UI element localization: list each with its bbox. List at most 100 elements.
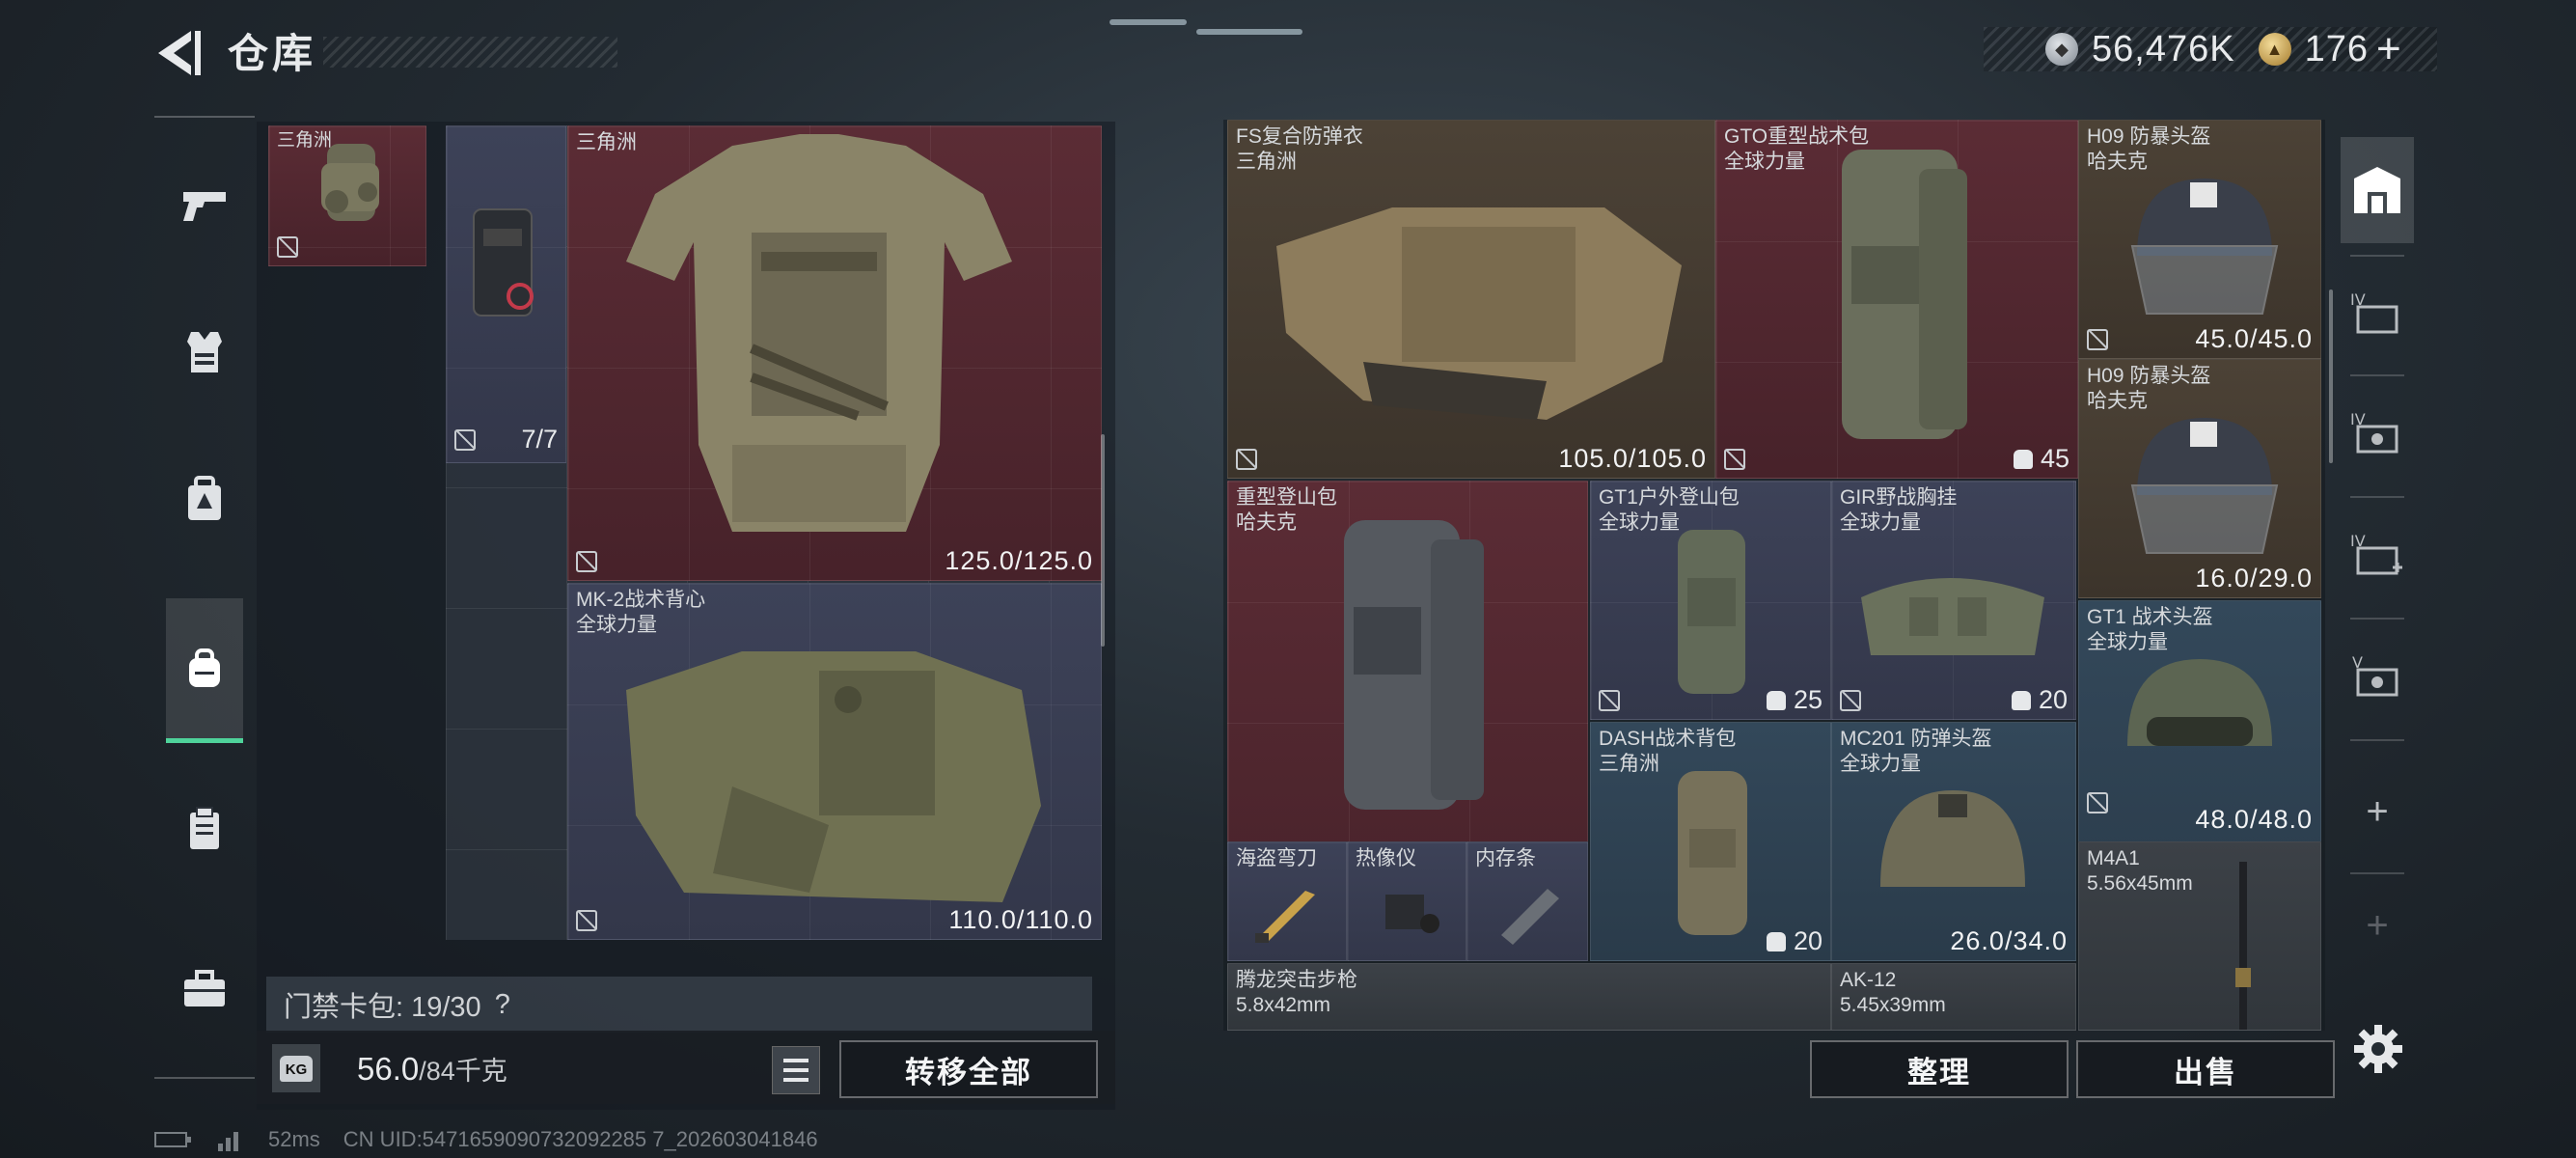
item-h09-helmet-1[interactable]: H09 防暴头盔 哈夫克 45.0/45.0 [2078,120,2321,359]
case-capacity: 7/7 [521,425,558,454]
page-title: 仓库 [228,31,317,76]
item-durability: 110.0/110.0 [948,905,1093,934]
plate-carrier-image [626,134,1012,532]
clipboard-icon [190,807,219,849]
heavy-bag-image [1842,150,1967,439]
stash-tab-v-icon: V [2352,653,2398,697]
riot-helmet-image [2130,418,2279,554]
scrollbar-left[interactable] [1101,434,1105,647]
item-name: 海盗弯刀 [1236,847,1317,869]
item-m4a1[interactable]: M4A1 5.56x45mm [2078,841,2321,1031]
gold-balance: 176 [2304,28,2369,69]
item-name: 内存条 [1475,847,1536,869]
chest-rig-image [1861,578,2044,655]
signal-icon [218,1132,238,1151]
item-gto-bag[interactable]: GTO重型战术包 全球力量 45 [1715,120,2078,479]
item-capacity: 20 [1766,926,1822,956]
stash-tab-iv-2-icon: IV [2350,410,2398,454]
rig-capacity-icon [2011,690,2031,710]
stash-tab-home[interactable] [2341,137,2414,243]
category-rail [154,116,255,1081]
item-gir-chest-rig[interactable]: GIR野战胸挂 全球力量 20 [1831,481,2076,720]
armor-item-delta[interactable]: 三角洲 125.0/125.0 [567,125,1102,581]
riot-helmet-image [2130,179,2279,315]
case-image [473,208,534,317]
sell-button[interactable]: 出售 [2076,1040,2335,1098]
transfer-all-button[interactable]: 转移全部 [839,1040,1098,1098]
item-dash-backpack[interactable]: DASH战术背包 三角洲 20 [1590,722,1831,961]
stash-tab-iv-2[interactable]: IV [2341,380,2414,486]
item-thermal-imager[interactable]: 热像仪 [1347,841,1466,961]
outdoor-bag-image [1678,530,1745,694]
item-h09-helmet-2[interactable]: H09 防暴头盔 哈夫克 16.0/29.0 [2078,359,2321,598]
ping-value: 52ms [268,1127,320,1151]
item-gt1-outdoor-bag[interactable]: GT1户外登山包 全球力量 25 [1590,481,1831,720]
category-armor[interactable] [164,280,245,425]
ceiling-lights-decoration [1110,14,1351,41]
gear-icon [2354,1025,2402,1073]
settings-button[interactable] [2352,1023,2404,1075]
add-stash-tab-button[interactable]: + [2341,778,2414,845]
carry-weight: 56.0/84千克 [357,1051,507,1087]
not-insured-icon [454,429,476,451]
help-icon[interactable]: ? [495,989,510,1021]
armor-item-mk2[interactable]: MK-2战术背心 全球力量 110.0/110.0 [567,583,1102,940]
item-fs-armor[interactable]: FS复合防弹衣 三角洲 105.0/105.0 [1227,120,1715,479]
not-insured-icon [2087,329,2108,350]
item-name: AK-12 5.45x39mm [1840,969,1946,1016]
keycard-bag-row[interactable]: 门禁卡包: 19/30 ? [266,977,1092,1033]
item-pirate-cutlass[interactable]: 海盗弯刀 [1227,841,1347,961]
category-containers[interactable] [164,757,245,901]
tactical-helmet-image [2127,659,2272,746]
stash-tab-iv-1[interactable]: IV [2341,261,2414,367]
stash-home-icon [2354,167,2400,213]
title-decoration [323,37,617,68]
tactical-vest-image [626,651,1041,902]
dash-backpack-image [1678,771,1747,935]
item-durability: 48.0/48.0 [2195,805,2313,834]
pistol-icon [183,192,226,221]
item-mc201-helmet[interactable]: MC201 防弹头盔 全球力量 26.0/34.0 [1831,722,2076,961]
category-special[interactable] [164,917,245,1062]
sort-button[interactable]: 整理 [1810,1040,2069,1098]
ammo-case-item[interactable]: 7/7 [446,125,566,463]
memory-stick-image [1501,889,1559,945]
item-capacity: 20 [2011,685,2068,715]
item-capacity: 25 [1766,685,1822,715]
not-insured-icon [576,551,597,572]
item-durability: 105.0/105.0 [1558,444,1707,473]
stash-tab-v[interactable]: V [2341,623,2414,730]
item-durability: 45.0/45.0 [2195,324,2313,353]
item-memory-stick[interactable]: 内存条 [1466,841,1588,961]
stash-panel-right: FS复合防弹衣 三角洲 105.0/105.0 GTO重型战术包 全球力量 45 H… [1223,120,2325,1031]
category-rigs[interactable] [164,427,245,571]
body-armor-image [1276,207,1682,420]
silver-balance: 56,476K [2092,28,2235,69]
stash-tab-iv-add[interactable]: IV [2341,502,2414,608]
battery-icon [154,1132,191,1147]
thermal-imager-image [1385,895,1439,933]
stash-tab-iv-add-icon: IV [2350,532,2402,575]
back-button[interactable] [152,25,203,81]
bag-capacity-icon [1766,690,1786,710]
item-ak12[interactable]: AK-12 5.45x39mm [1831,963,2076,1031]
list-view-button[interactable] [772,1046,820,1094]
silver-coin-icon: ◆ [2045,33,2078,66]
gold-coin-icon: ▲ [2258,33,2291,66]
currency-bar: ◆ 56,476K ▲ 176 + [1984,25,2437,73]
equipped-backpack-slot[interactable]: 三角洲 [268,125,426,266]
bag-capacity-icon [1766,931,1786,951]
item-name: FS复合防弹衣 三角洲 [1236,125,1363,173]
add-gold-button[interactable]: + [2376,25,2401,73]
briefcase-icon [184,970,225,1006]
category-weapons[interactable] [164,133,245,278]
item-tenglong-rifle[interactable]: 腾龙突击步枪 5.8x42mm [1227,963,1831,1031]
category-backpacks[interactable] [166,598,243,743]
stash-panel-left: 三角洲 7/7 三角洲 125.0/125.0 MK-2战术背心 全球力量 11… [257,122,1115,1110]
not-insured-icon [1840,690,1861,711]
not-insured-icon [277,236,298,258]
not-insured-icon [576,910,597,931]
backpack-icon [189,648,220,687]
scrollbar-right[interactable] [2329,290,2333,463]
ballistic-helmet-image [1880,790,2025,887]
